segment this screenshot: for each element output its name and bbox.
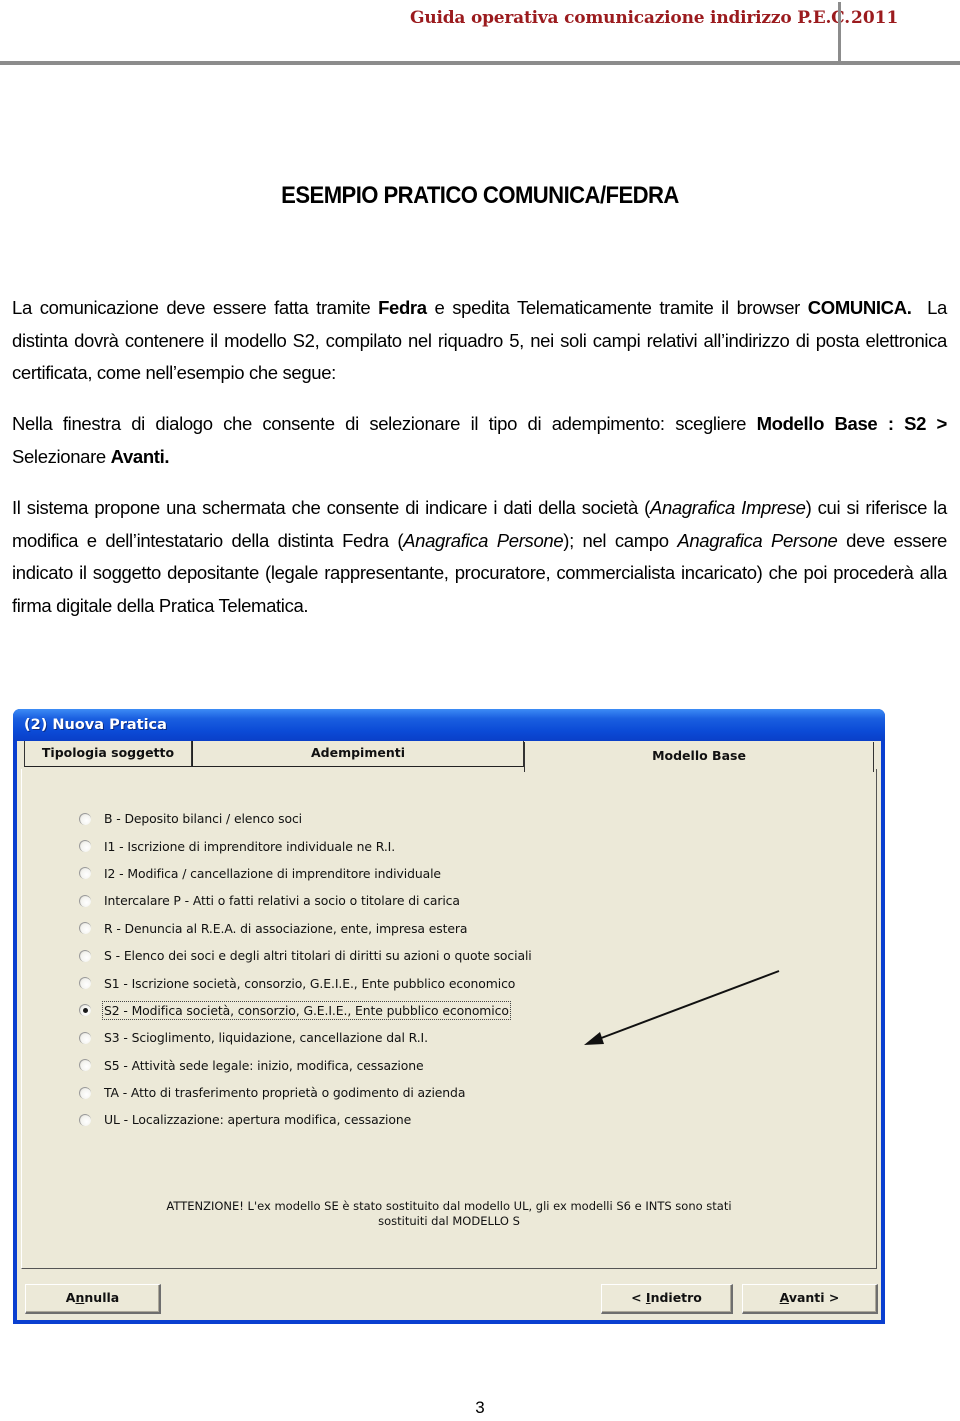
dialog-titlebar[interactable]: (2) Nuova Pratica — [13, 709, 885, 741]
radio-option-label[interactable]: Intercalare P - Atti o fatti relativi a … — [103, 892, 461, 909]
tab-adempimenti[interactable]: Adempimenti — [192, 741, 524, 767]
radio-unchecked-icon[interactable] — [79, 894, 91, 907]
radio-unchecked-icon[interactable] — [79, 812, 91, 825]
document-title: ESEMPIO PRATICO COMUNICA/FEDRA — [281, 182, 679, 209]
back-button[interactable]: < Indietro — [601, 1284, 733, 1314]
header-divider-vertical — [838, 2, 841, 62]
radio-option[interactable]: S5 - Attività sede legale: inizio, modif… — [79, 1052, 533, 1079]
paragraph-instructions: Nella finestra di dialogo che consente d… — [12, 413, 947, 467]
header-divider-horizontal — [0, 61, 960, 65]
paragraph-intro: La comunicazione deve essere fatta trami… — [12, 297, 952, 383]
radio-option-label[interactable]: S - Elenco dei soci e degli altri titola… — [103, 947, 533, 964]
radio-unchecked-icon[interactable] — [79, 949, 91, 962]
radio-option[interactable]: UL - Localizzazione: apertura modifica, … — [79, 1106, 533, 1133]
radio-option[interactable]: S3 - Scioglimento, liquidazione, cancell… — [79, 1024, 533, 1051]
radio-option[interactable]: I1 - Iscrizione di imprenditore individu… — [79, 832, 533, 859]
radio-option-label[interactable]: UL - Localizzazione: apertura modifica, … — [103, 1111, 412, 1128]
nuova-pratica-dialog: (2) Nuova Pratica Tipologia soggetto Ade… — [13, 709, 885, 1324]
radio-option-label[interactable]: I1 - Iscrizione di imprenditore individu… — [103, 838, 396, 855]
radio-option[interactable]: R - Denuncia al R.E.A. di associazione, … — [79, 915, 533, 942]
next-button[interactable]: Avanti > — [742, 1284, 878, 1314]
radio-unchecked-icon[interactable] — [79, 977, 91, 990]
radio-unchecked-icon[interactable] — [79, 1086, 91, 1099]
radio-option[interactable]: B - Deposito bilanci / elenco soci — [79, 805, 533, 832]
radio-option-label[interactable]: S3 - Scioglimento, liquidazione, cancell… — [103, 1029, 429, 1046]
paragraph-system: Il sistema propone una schermata che con… — [12, 497, 947, 616]
radio-option-label[interactable]: R - Denuncia al R.E.A. di associazione, … — [103, 920, 468, 937]
page-number: 3 — [475, 1398, 485, 1417]
radio-option-label[interactable]: S5 - Attività sede legale: inizio, modif… — [103, 1057, 425, 1074]
radio-unchecked-icon[interactable] — [79, 922, 91, 935]
header-title: Guida operativa comunicazione indirizzo … — [410, 8, 850, 28]
cancel-button[interactable]: Annulla — [25, 1284, 161, 1314]
radio-option-label[interactable]: B - Deposito bilanci / elenco soci — [103, 810, 303, 827]
tab-bar: Tipologia soggetto Adempimenti Modello B… — [24, 741, 874, 772]
radio-option[interactable]: TA - Atto di trasferimento proprietà o g… — [79, 1079, 533, 1106]
radio-option-label[interactable]: I2 - Modifica / cancellazione di imprend… — [103, 865, 442, 882]
radio-option-label[interactable]: S1 - Iscrizione società, consorzio, G.E.… — [103, 975, 516, 992]
header-year: 2011 — [851, 8, 899, 28]
radio-option[interactable]: I2 - Modifica / cancellazione di imprend… — [79, 860, 533, 887]
radio-unchecked-icon[interactable] — [79, 840, 91, 853]
radio-checked-icon[interactable] — [79, 1004, 91, 1017]
radio-option[interactable]: S - Elenco dei soci e degli altri titola… — [79, 942, 533, 969]
radio-option-label[interactable]: S2 - Modifica società, consorzio, G.E.I.… — [102, 1000, 511, 1020]
tab-modello-base[interactable]: Modello Base — [524, 742, 874, 772]
dialog-title: (2) Nuova Pratica — [24, 717, 167, 733]
tab-tipologia-soggetto[interactable]: Tipologia soggetto — [24, 741, 192, 767]
radio-unchecked-icon[interactable] — [79, 1113, 91, 1126]
radio-unchecked-icon[interactable] — [79, 867, 91, 880]
modello-radio-group: B - Deposito bilanci / elenco soci I1 - I… — [79, 805, 533, 1134]
radio-option[interactable]: S2 - Modifica società, consorzio, G.E.I.… — [79, 997, 533, 1024]
warning-message: ATTENZIONE! L'ex modello SE è stato sost… — [166, 1199, 732, 1228]
dialog-client-area: Tipologia soggetto Adempimenti Modello B… — [17, 741, 881, 1320]
radio-option-label[interactable]: TA - Atto di trasferimento proprietà o g… — [103, 1084, 466, 1101]
radio-unchecked-icon[interactable] — [79, 1031, 91, 1044]
radio-option[interactable]: S1 - Iscrizione società, consorzio, G.E.… — [79, 969, 533, 996]
radio-unchecked-icon[interactable] — [79, 1059, 91, 1072]
radio-option[interactable]: Intercalare P - Atti o fatti relativi a … — [79, 887, 533, 914]
